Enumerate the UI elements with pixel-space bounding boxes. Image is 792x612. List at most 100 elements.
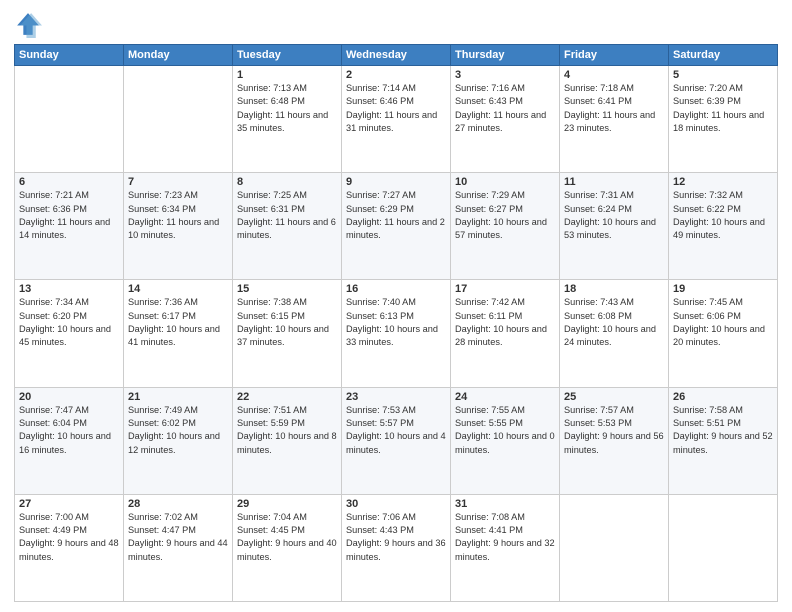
day-info: Sunrise: 7:43 AM Sunset: 6:08 PM Dayligh… [564,296,664,349]
sunset-text: Sunset: 6:36 PM [19,204,87,214]
day-number: 7 [128,176,228,188]
sunrise-text: Sunrise: 7:32 AM [673,190,743,200]
week-row-4: 20 Sunrise: 7:47 AM Sunset: 6:04 PM Dayl… [15,387,778,494]
weekday-header-tuesday: Tuesday [233,45,342,66]
day-info: Sunrise: 7:32 AM Sunset: 6:22 PM Dayligh… [673,189,773,242]
sunrise-text: Sunrise: 7:08 AM [455,512,525,522]
sunset-text: Sunset: 4:45 PM [237,525,305,535]
header [14,10,778,38]
day-number: 6 [19,176,119,188]
sunset-text: Sunset: 6:06 PM [673,311,741,321]
day-info: Sunrise: 7:53 AM Sunset: 5:57 PM Dayligh… [346,404,446,457]
day-info: Sunrise: 7:27 AM Sunset: 6:29 PM Dayligh… [346,189,446,242]
day-cell: 24 Sunrise: 7:55 AM Sunset: 5:55 PM Dayl… [451,387,560,494]
day-cell: 12 Sunrise: 7:32 AM Sunset: 6:22 PM Dayl… [669,173,778,280]
day-number: 10 [455,176,555,188]
daylight-text: Daylight: 9 hours and 40 minutes. [237,538,337,561]
day-cell: 1 Sunrise: 7:13 AM Sunset: 6:48 PM Dayli… [233,66,342,173]
day-info: Sunrise: 7:51 AM Sunset: 5:59 PM Dayligh… [237,404,337,457]
sunset-text: Sunset: 6:15 PM [237,311,305,321]
day-info: Sunrise: 7:38 AM Sunset: 6:15 PM Dayligh… [237,296,337,349]
daylight-text: Daylight: 11 hours and 6 minutes. [237,217,336,240]
day-cell: 3 Sunrise: 7:16 AM Sunset: 6:43 PM Dayli… [451,66,560,173]
sunrise-text: Sunrise: 7:16 AM [455,83,525,93]
day-cell: 18 Sunrise: 7:43 AM Sunset: 6:08 PM Dayl… [560,280,669,387]
weekday-header-thursday: Thursday [451,45,560,66]
day-number: 17 [455,283,555,295]
weekday-header-friday: Friday [560,45,669,66]
daylight-text: Daylight: 11 hours and 23 minutes. [564,110,655,133]
day-info: Sunrise: 7:34 AM Sunset: 6:20 PM Dayligh… [19,296,119,349]
sunrise-text: Sunrise: 7:51 AM [237,405,307,415]
sunset-text: Sunset: 6:20 PM [19,311,87,321]
day-cell: 5 Sunrise: 7:20 AM Sunset: 6:39 PM Dayli… [669,66,778,173]
day-number: 22 [237,391,337,403]
sunset-text: Sunset: 5:57 PM [346,418,414,428]
day-info: Sunrise: 7:23 AM Sunset: 6:34 PM Dayligh… [128,189,228,242]
day-number: 15 [237,283,337,295]
day-cell: 9 Sunrise: 7:27 AM Sunset: 6:29 PM Dayli… [342,173,451,280]
day-number: 30 [346,498,446,510]
day-cell: 2 Sunrise: 7:14 AM Sunset: 6:46 PM Dayli… [342,66,451,173]
day-number: 20 [19,391,119,403]
day-info: Sunrise: 7:14 AM Sunset: 6:46 PM Dayligh… [346,82,446,135]
sunrise-text: Sunrise: 7:38 AM [237,297,307,307]
sunrise-text: Sunrise: 7:06 AM [346,512,416,522]
daylight-text: Daylight: 10 hours and 12 minutes. [128,431,220,454]
day-cell: 31 Sunrise: 7:08 AM Sunset: 4:41 PM Dayl… [451,494,560,601]
day-info: Sunrise: 7:58 AM Sunset: 5:51 PM Dayligh… [673,404,773,457]
day-number: 29 [237,498,337,510]
day-number: 21 [128,391,228,403]
sunrise-text: Sunrise: 7:02 AM [128,512,198,522]
day-info: Sunrise: 7:29 AM Sunset: 6:27 PM Dayligh… [455,189,555,242]
sunset-text: Sunset: 6:29 PM [346,204,414,214]
day-number: 25 [564,391,664,403]
day-cell: 22 Sunrise: 7:51 AM Sunset: 5:59 PM Dayl… [233,387,342,494]
daylight-text: Daylight: 10 hours and 4 minutes. [346,431,446,454]
day-number: 18 [564,283,664,295]
day-info: Sunrise: 7:18 AM Sunset: 6:41 PM Dayligh… [564,82,664,135]
logo-icon [14,10,42,38]
day-cell: 25 Sunrise: 7:57 AM Sunset: 5:53 PM Dayl… [560,387,669,494]
day-info: Sunrise: 7:21 AM Sunset: 6:36 PM Dayligh… [19,189,119,242]
daylight-text: Daylight: 10 hours and 45 minutes. [19,324,111,347]
day-number: 11 [564,176,664,188]
day-cell: 4 Sunrise: 7:18 AM Sunset: 6:41 PM Dayli… [560,66,669,173]
week-row-5: 27 Sunrise: 7:00 AM Sunset: 4:49 PM Dayl… [15,494,778,601]
day-cell: 10 Sunrise: 7:29 AM Sunset: 6:27 PM Dayl… [451,173,560,280]
day-cell: 17 Sunrise: 7:42 AM Sunset: 6:11 PM Dayl… [451,280,560,387]
day-info: Sunrise: 7:25 AM Sunset: 6:31 PM Dayligh… [237,189,337,242]
sunset-text: Sunset: 6:24 PM [564,204,632,214]
daylight-text: Daylight: 10 hours and 57 minutes. [455,217,547,240]
sunrise-text: Sunrise: 7:58 AM [673,405,743,415]
day-info: Sunrise: 7:57 AM Sunset: 5:53 PM Dayligh… [564,404,664,457]
day-info: Sunrise: 7:16 AM Sunset: 6:43 PM Dayligh… [455,82,555,135]
day-cell: 26 Sunrise: 7:58 AM Sunset: 5:51 PM Dayl… [669,387,778,494]
day-cell: 11 Sunrise: 7:31 AM Sunset: 6:24 PM Dayl… [560,173,669,280]
daylight-text: Daylight: 10 hours and 49 minutes. [673,217,765,240]
day-info: Sunrise: 7:13 AM Sunset: 6:48 PM Dayligh… [237,82,337,135]
daylight-text: Daylight: 10 hours and 0 minutes. [455,431,555,454]
day-number: 16 [346,283,446,295]
daylight-text: Daylight: 11 hours and 2 minutes. [346,217,445,240]
sunset-text: Sunset: 6:13 PM [346,311,414,321]
sunset-text: Sunset: 4:43 PM [346,525,414,535]
day-number: 9 [346,176,446,188]
day-number: 12 [673,176,773,188]
day-cell: 23 Sunrise: 7:53 AM Sunset: 5:57 PM Dayl… [342,387,451,494]
sunset-text: Sunset: 6:43 PM [455,96,523,106]
daylight-text: Daylight: 10 hours and 24 minutes. [564,324,656,347]
day-number: 26 [673,391,773,403]
day-info: Sunrise: 7:08 AM Sunset: 4:41 PM Dayligh… [455,511,555,564]
sunrise-text: Sunrise: 7:29 AM [455,190,525,200]
day-number: 27 [19,498,119,510]
sunset-text: Sunset: 6:39 PM [673,96,741,106]
day-info: Sunrise: 7:47 AM Sunset: 6:04 PM Dayligh… [19,404,119,457]
daylight-text: Daylight: 10 hours and 33 minutes. [346,324,438,347]
daylight-text: Daylight: 9 hours and 36 minutes. [346,538,446,561]
weekday-header-wednesday: Wednesday [342,45,451,66]
day-info: Sunrise: 7:55 AM Sunset: 5:55 PM Dayligh… [455,404,555,457]
sunset-text: Sunset: 6:31 PM [237,204,305,214]
day-cell: 8 Sunrise: 7:25 AM Sunset: 6:31 PM Dayli… [233,173,342,280]
daylight-text: Daylight: 11 hours and 35 minutes. [237,110,328,133]
